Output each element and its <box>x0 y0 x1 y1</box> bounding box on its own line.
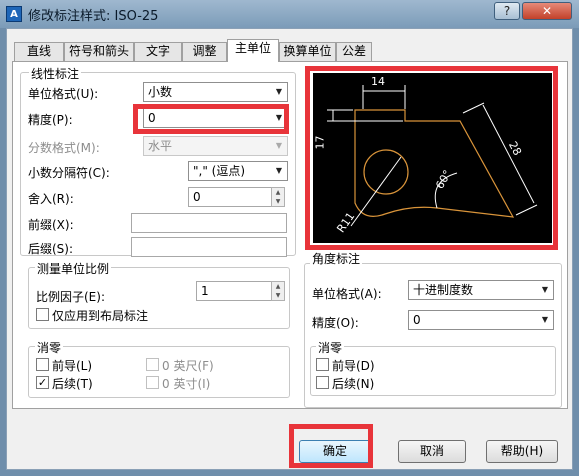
tab-symbols-arrows[interactable]: 符号和箭头 <box>64 42 134 61</box>
prefix-input[interactable] <box>131 213 287 233</box>
help-button[interactable]: 帮助(H) <box>486 440 558 463</box>
precision-label: 精度(P): <box>28 113 73 127</box>
zero-feet-label: 0 英尺(F) <box>162 359 214 373</box>
tab-primary-units[interactable]: 主单位 <box>227 39 279 62</box>
app-icon: A <box>6 6 22 22</box>
tab-tolerances[interactable]: 公差 <box>336 42 372 61</box>
angular-unit-format-value: 十进制度数 <box>413 283 474 297</box>
scale-factor-input[interactable]: 1 <box>196 281 272 301</box>
decimal-separator-select[interactable]: "," (逗点) ▼ <box>188 161 288 181</box>
round-off-label: 舍入(R): <box>28 192 74 206</box>
trailing-zero-label: 后续(T) <box>52 377 93 391</box>
decimal-separator-label: 小数分隔符(C): <box>28 166 110 180</box>
unit-format-value: 小数 <box>148 85 173 99</box>
angular-group-title: 角度标注 <box>310 250 363 267</box>
decimal-separator-value: "," (逗点) <box>193 164 246 178</box>
unit-format-label: 单位格式(U): <box>28 87 99 101</box>
cancel-button[interactable]: 取消 <box>398 440 466 463</box>
fraction-format-select[interactable]: 水平 ▼ <box>143 136 288 156</box>
prefix-label: 前缀(X): <box>28 218 74 232</box>
layout-only-label: 仅应用到布局标注 <box>52 309 149 323</box>
zero-suppression-right-title: 消零 <box>316 339 345 356</box>
angular-leading-zero-checkbox[interactable] <box>316 358 329 371</box>
round-off-input[interactable]: 0 <box>188 187 272 207</box>
ok-highlight-box <box>289 424 373 468</box>
chevron-down-icon: ▼ <box>541 285 549 294</box>
scale-factor-spinner[interactable]: ▲ ▼ <box>271 281 285 301</box>
angular-unit-format-select[interactable]: 十进制度数 ▼ <box>408 280 554 300</box>
fraction-format-label: 分数格式(M): <box>28 141 100 155</box>
tab-lines[interactable]: 直线 <box>14 42 64 61</box>
angular-trailing-zero-checkbox[interactable] <box>316 376 329 389</box>
chevron-down-icon: ▼ <box>275 87 283 96</box>
linear-group-title: 线性标注 <box>29 65 82 82</box>
leading-zero-label: 前导(L) <box>52 359 93 373</box>
leading-zero-checkbox[interactable] <box>36 358 49 371</box>
scale-factor-label: 比例因子(E): <box>36 290 105 304</box>
angular-leading-zero-label: 前导(D) <box>332 359 375 373</box>
trailing-zero-checkbox[interactable]: ✓ <box>36 376 49 389</box>
precision-highlight-box <box>133 104 289 134</box>
window-title: 修改标注样式: ISO-25 <box>28 9 159 24</box>
layout-only-checkbox[interactable] <box>36 308 49 321</box>
scale-group-title: 测量单位比例 <box>35 260 112 277</box>
angular-precision-select[interactable]: 0 ▼ <box>408 310 554 330</box>
tab-text[interactable]: 文字 <box>134 42 182 61</box>
zero-feet-checkbox[interactable] <box>146 358 159 371</box>
angular-precision-label: 精度(O): <box>312 316 359 330</box>
zero-suppression-left-title: 消零 <box>35 339 64 356</box>
zero-inches-checkbox[interactable] <box>146 376 159 389</box>
fraction-format-value: 水平 <box>148 139 173 153</box>
chevron-down-icon: ▼ <box>275 166 283 175</box>
suffix-input[interactable] <box>131 237 287 257</box>
tab-alternate-units[interactable]: 换算单位 <box>279 42 336 61</box>
angular-trailing-zero-label: 后续(N) <box>332 377 375 391</box>
zero-inches-label: 0 英寸(I) <box>162 377 211 391</box>
angular-unit-format-label: 单位格式(A): <box>312 287 382 301</box>
suffix-label: 后缀(S): <box>28 242 74 256</box>
angular-precision-value: 0 <box>413 313 421 327</box>
chevron-down-icon: ▼ <box>541 315 549 324</box>
chevron-down-icon: ▼ <box>275 141 283 150</box>
preview-highlight-box <box>305 66 558 250</box>
round-off-spinner[interactable]: ▲ ▼ <box>271 187 285 207</box>
unit-format-select[interactable]: 小数 ▼ <box>143 82 288 102</box>
help-title-button[interactable]: ? <box>494 2 520 20</box>
tab-fit[interactable]: 调整 <box>182 42 227 61</box>
close-button[interactable]: ✕ <box>522 2 572 20</box>
